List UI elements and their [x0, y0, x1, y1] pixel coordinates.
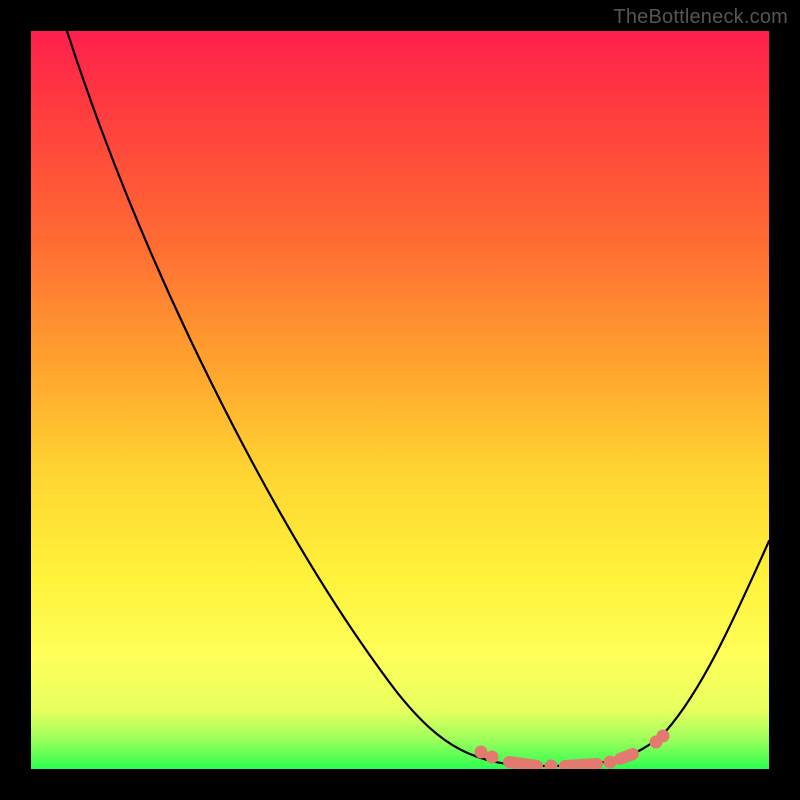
marker-dash: [509, 762, 537, 766]
marker-dot: [657, 730, 669, 742]
watermark-text: TheBottleneck.com: [613, 6, 788, 29]
marker-dot: [475, 746, 487, 758]
bottleneck-curve: [67, 31, 769, 766]
marker-dot: [486, 751, 498, 763]
marker-dot: [545, 760, 557, 769]
marker-dash: [620, 754, 633, 759]
marker-dash: [565, 764, 597, 766]
bottleneck-plot: [31, 31, 769, 769]
chart-frame: TheBottleneck.com: [0, 0, 800, 800]
plot-svg: [31, 31, 769, 769]
